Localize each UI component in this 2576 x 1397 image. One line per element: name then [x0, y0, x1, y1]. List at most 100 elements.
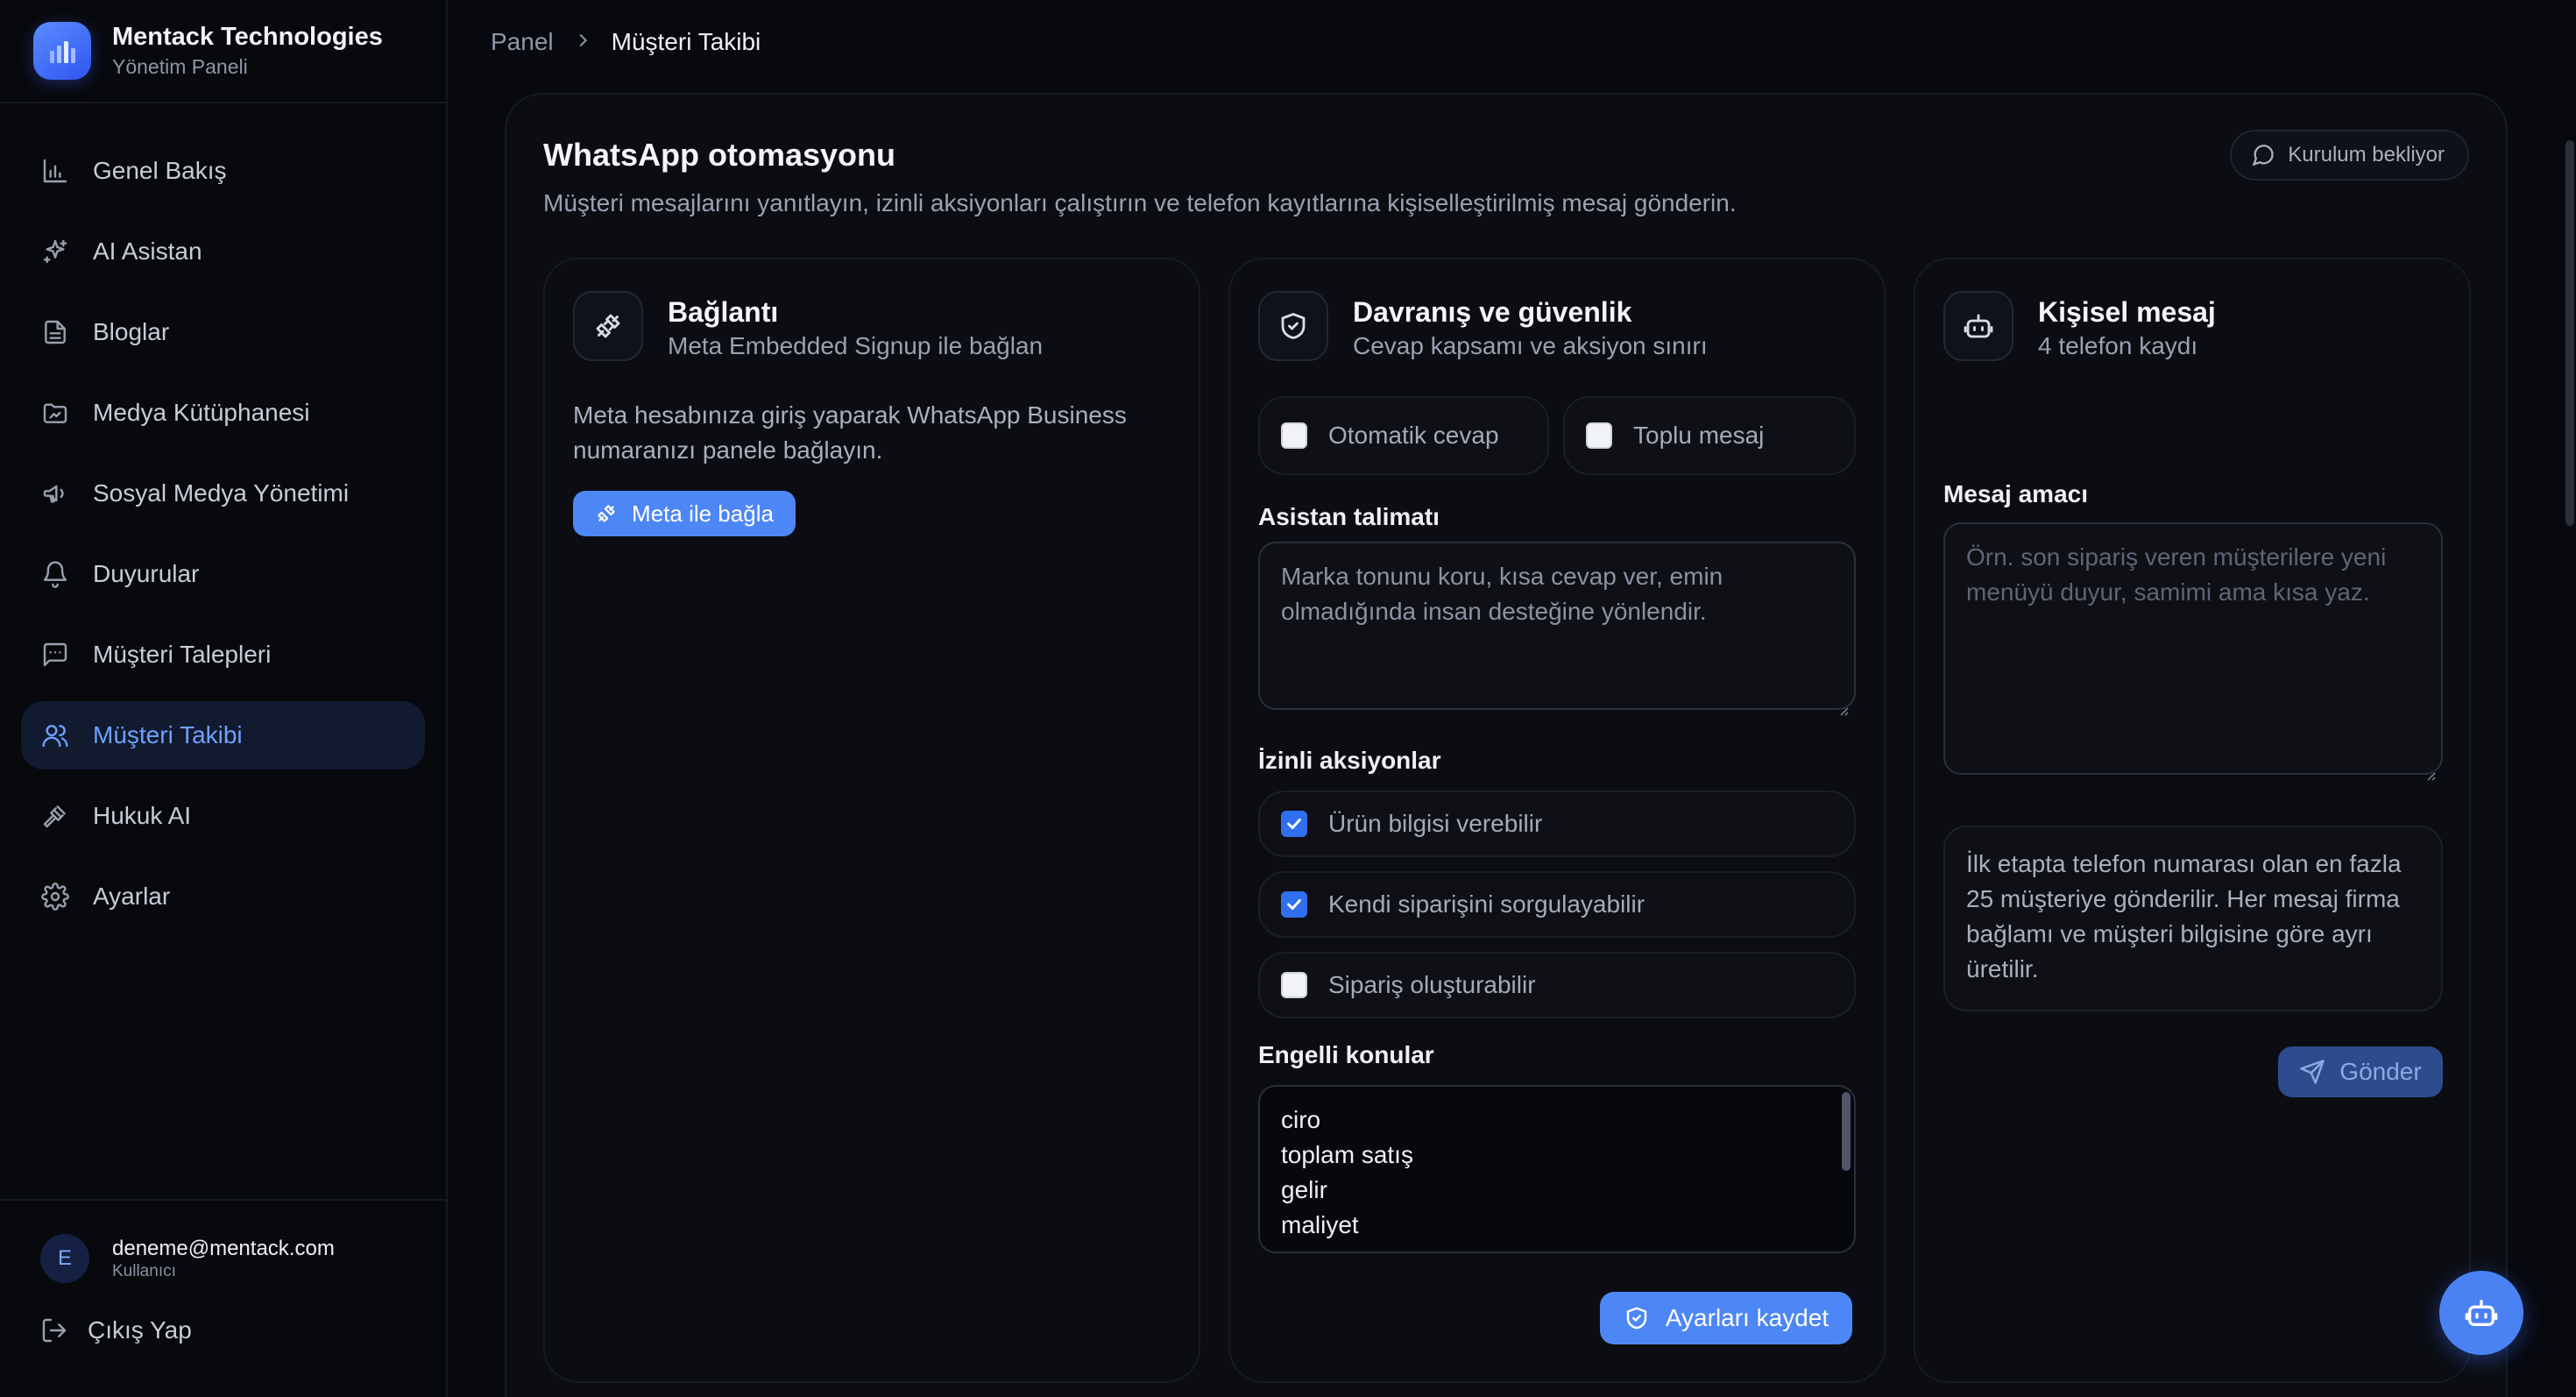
message-purpose-placeholder: Örn. son sipariş veren müşterilere yeni …: [1966, 543, 2387, 606]
sidebar-item-settings[interactable]: Ayarlar: [21, 862, 425, 931]
status-text: Kurulum bekliyor: [2288, 143, 2445, 167]
logo-icon: [33, 22, 91, 80]
save-settings-label: Ayarları kaydet: [1665, 1304, 1829, 1331]
breadcrumb: Panel Müşteri Takibi: [491, 25, 761, 60]
send-icon: [2300, 1060, 2325, 1084]
plug-icon: [598, 505, 615, 522]
chevron-right-icon: [573, 31, 592, 54]
sidebar-item-social-media[interactable]: Sosyal Medya Yönetimi: [21, 459, 425, 528]
behavior-security-card: Davranış ve güvenlik Cevap kapsamı ve ak…: [1228, 258, 1886, 1383]
personal-message-card: Kişisel mesaj 4 telefon kaydı Mesaj amac…: [1914, 258, 2471, 1383]
blocked-topic: toplam satış: [1281, 1141, 1413, 1168]
assistant-fab-button[interactable]: [2439, 1271, 2523, 1355]
permitted-actions-label: İzinli aksiyonlar: [1258, 747, 1441, 774]
auto-reply-checkbox[interactable]: Otomatik cevap: [1258, 396, 1549, 475]
connection-description: Meta hesabınıza giriş yaparak WhatsApp B…: [573, 401, 1127, 464]
assistant-instruction-value: Marka tonunu koru, kısa cevap ver, emin …: [1281, 563, 1723, 625]
bulk-message-label: Toplu mesaj: [1633, 422, 1765, 449]
document-icon: [40, 317, 70, 347]
sidebar-item-label: Genel Bakış: [93, 157, 227, 184]
gavel-icon: [40, 801, 70, 831]
page-description: Müşteri mesajlarını yanıtlayın, izinli a…: [543, 189, 1737, 216]
permission-label: Ürün bilgisi verebilir: [1328, 810, 1543, 837]
gear-icon: [40, 882, 70, 911]
connection-title: Bağlantı: [668, 296, 779, 328]
whatsapp-automation-panel: WhatsApp otomasyonu Müşteri mesajlarını …: [505, 93, 2508, 1397]
behavior-title: Davranış ve güvenlik: [1353, 296, 1632, 328]
permission-order-query[interactable]: Kendi siparişini sorgulayabilir: [1258, 871, 1856, 938]
checkbox-unchecked[interactable]: [1586, 422, 1612, 449]
check-icon: [1287, 818, 1301, 830]
checkbox-checked[interactable]: [1281, 811, 1307, 837]
send-info-note: İlk etapta telefon numarası olan en fazl…: [1943, 826, 2443, 1011]
blocked-topic: gelir: [1281, 1176, 1327, 1203]
connect-meta-button[interactable]: Meta ile bağla: [573, 491, 796, 536]
permission-product-info[interactable]: Ürün bilgisi verebilir: [1258, 791, 1856, 857]
user-email: deneme@mentack.com: [112, 1237, 335, 1260]
plug-icon: [573, 291, 643, 361]
sidebar-item-ai-assistant[interactable]: AI Asistan: [21, 217, 425, 286]
bulk-message-checkbox[interactable]: Toplu mesaj: [1563, 396, 1856, 475]
permission-create-order[interactable]: Sipariş oluşturabilir: [1258, 952, 1856, 1018]
blocked-topics-textarea[interactable]: ciro toplam satış gelir maliyet: [1258, 1085, 1856, 1253]
message-circle-icon: [2252, 145, 2274, 167]
connection-subtitle: Meta Embedded Signup ile bağlan: [668, 332, 1044, 359]
media-folder-icon: [40, 398, 70, 428]
sparkles-icon: [40, 237, 70, 266]
logout-icon: [42, 1318, 67, 1343]
sidebar-item-label: Ayarlar: [93, 883, 171, 910]
sidebar-item-legal-ai[interactable]: Hukuk AI: [21, 782, 425, 850]
personal-subtitle: 4 telefon kaydı: [2038, 332, 2198, 359]
bell-icon: [40, 559, 70, 589]
bot-icon: [1943, 291, 2013, 361]
sidebar-item-label: Medya Kütüphanesi: [93, 399, 310, 426]
blocked-topic: ciro: [1281, 1106, 1321, 1133]
brand: Mentack Technologies Yönetim Paneli: [0, 0, 446, 103]
logout-button[interactable]: Çıkış Yap: [0, 1283, 446, 1344]
breadcrumb-current: Müşteri Takibi: [611, 28, 761, 55]
message-square-icon: [40, 640, 70, 670]
sidebar-item-media-library[interactable]: Medya Kütüphanesi: [21, 379, 425, 447]
sidebar-footer: E deneme@mentack.com Kullanıcı Çıkış Yap: [0, 1199, 446, 1397]
assistant-instruction-textarea[interactable]: Marka tonunu koru, kısa cevap ver, emin …: [1258, 542, 1856, 716]
shield-check-icon: [1258, 291, 1328, 361]
resize-handle-icon[interactable]: [2424, 755, 2436, 781]
checkbox-unchecked[interactable]: [1281, 972, 1307, 998]
page-scrollbar[interactable]: [2565, 140, 2574, 526]
checkbox-checked[interactable]: [1281, 891, 1307, 918]
sidebar-item-overview[interactable]: Genel Bakış: [21, 137, 425, 205]
save-settings-button[interactable]: Ayarları kaydet: [1600, 1292, 1852, 1344]
sidebar-item-customer-tracking[interactable]: Müşteri Takibi: [21, 701, 425, 769]
connect-meta-label: Meta ile bağla: [632, 500, 774, 527]
permission-label: Kendi siparişini sorgulayabilir: [1328, 890, 1645, 918]
resize-handle-icon[interactable]: [1836, 691, 1849, 716]
user-role: Kullanıcı: [112, 1262, 176, 1280]
sidebar-item-announcements[interactable]: Duyurular: [21, 540, 425, 608]
textarea-scrollbar[interactable]: [1842, 1092, 1851, 1171]
checkbox-unchecked[interactable]: [1281, 422, 1307, 449]
sidebar-item-label: Sosyal Medya Yönetimi: [93, 479, 350, 507]
send-button[interactable]: Gönder: [2278, 1046, 2443, 1097]
personal-title: Kişisel mesaj: [2038, 296, 2216, 328]
breadcrumb-root[interactable]: Panel: [491, 28, 554, 56]
user-profile[interactable]: E deneme@mentack.com Kullanıcı: [0, 1201, 446, 1283]
shield-check-icon: [1626, 1307, 1647, 1330]
logout-label: Çıkış Yap: [88, 1316, 192, 1344]
sidebar-item-blogs[interactable]: Bloglar: [21, 298, 425, 366]
users-icon: [40, 720, 70, 750]
sidebar-item-label: Duyurular: [93, 560, 200, 587]
message-purpose-textarea[interactable]: Örn. son sipariş veren müşterilere yeni …: [1943, 522, 2443, 781]
status-badge: Kurulum bekliyor: [2230, 130, 2469, 181]
page-title: WhatsApp otomasyonu: [543, 137, 895, 173]
sidebar-item-label: AI Asistan: [93, 238, 202, 265]
assistant-instruction-label: Asistan talimatı: [1258, 503, 1440, 530]
connection-card: Bağlantı Meta Embedded Signup ile bağlan…: [543, 258, 1200, 1383]
megaphone-icon: [40, 479, 70, 508]
brand-name: Mentack Technologies: [112, 23, 383, 51]
avatar: E: [40, 1234, 89, 1283]
behavior-subtitle: Cevap kapsamı ve aksiyon sınırı: [1353, 332, 1708, 359]
permission-label: Sipariş oluşturabilir: [1328, 971, 1536, 998]
sidebar: Mentack Technologies Yönetim Paneli Gene…: [0, 0, 448, 1397]
send-label: Gönder: [2339, 1058, 2422, 1085]
sidebar-item-customer-requests[interactable]: Müşteri Talepleri: [21, 620, 425, 689]
